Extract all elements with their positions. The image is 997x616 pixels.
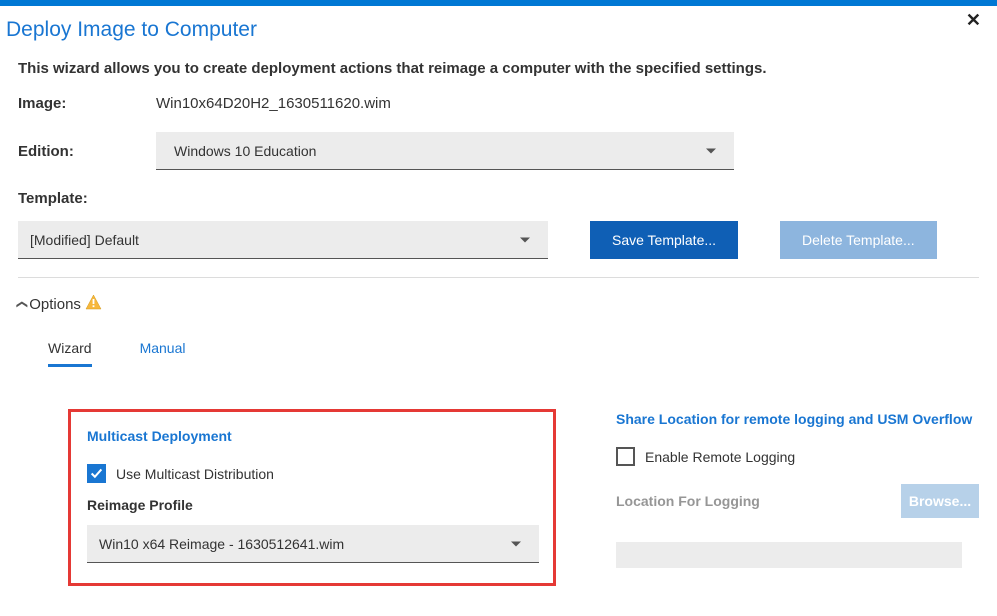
warning-icon xyxy=(85,294,102,314)
edition-label: Edition: xyxy=(18,143,156,160)
browse-button: Browse... xyxy=(901,484,979,518)
options-toggle[interactable]: ❮ Options xyxy=(18,294,979,314)
delete-template-button: Delete Template... xyxy=(780,221,937,259)
location-input xyxy=(616,542,962,568)
reimage-profile-label: Reimage Profile xyxy=(87,497,537,513)
multicast-title: Multicast Deployment xyxy=(87,428,537,444)
use-multicast-label: Use Multicast Distribution xyxy=(116,466,274,482)
enable-logging-row: Enable Remote Logging xyxy=(616,447,979,466)
share-title: Share Location for remote logging and US… xyxy=(616,411,979,427)
edition-select[interactable]: Windows 10 Education xyxy=(156,132,734,170)
reimage-profile-select[interactable]: Win10 x64 Reimage - 1630512641.wim xyxy=(87,525,539,563)
content-row: Multicast Deployment Use Multicast Distr… xyxy=(68,409,979,586)
tab-bar: Wizard Manual xyxy=(48,340,979,367)
deploy-dialog: ✕ Deploy Image to Computer This wizard a… xyxy=(0,6,997,586)
template-label: Template: xyxy=(18,190,979,207)
template-select-value: [Modified] Default xyxy=(30,232,139,248)
close-icon[interactable]: ✕ xyxy=(966,10,981,31)
location-for-logging-label: Location For Logging xyxy=(616,493,760,509)
divider xyxy=(18,277,979,278)
checkmark-icon xyxy=(90,467,103,480)
options-label: Options xyxy=(29,296,81,313)
location-row: Location For Logging Browse... xyxy=(616,484,979,518)
multicast-panel: Multicast Deployment Use Multicast Distr… xyxy=(68,409,556,586)
tab-manual[interactable]: Manual xyxy=(140,340,186,367)
chevron-down-icon: ❮ xyxy=(16,299,29,308)
enable-remote-logging-label: Enable Remote Logging xyxy=(645,449,795,465)
image-value: Win10x64D20H2_1630511620.wim xyxy=(156,95,391,112)
template-select[interactable]: [Modified] Default xyxy=(18,221,548,259)
image-label: Image: xyxy=(18,95,156,112)
edition-select-value: Windows 10 Education xyxy=(174,143,316,159)
chevron-down-icon xyxy=(520,237,530,242)
use-multicast-checkbox[interactable] xyxy=(87,464,106,483)
tab-wizard[interactable]: Wizard xyxy=(48,340,92,367)
share-panel: Share Location for remote logging and US… xyxy=(616,409,979,586)
edition-row: Edition: Windows 10 Education xyxy=(18,132,979,170)
multicast-checkbox-row: Use Multicast Distribution xyxy=(87,464,537,483)
chevron-down-icon xyxy=(511,541,521,546)
chevron-down-icon xyxy=(706,148,716,153)
reimage-profile-value: Win10 x64 Reimage - 1630512641.wim xyxy=(99,536,344,552)
dialog-title: Deploy Image to Computer xyxy=(6,18,979,42)
template-row: [Modified] Default Save Template... Dele… xyxy=(18,221,979,259)
image-row: Image: Win10x64D20H2_1630511620.wim xyxy=(18,95,979,112)
enable-remote-logging-checkbox[interactable] xyxy=(616,447,635,466)
intro-text: This wizard allows you to create deploym… xyxy=(18,60,979,77)
save-template-button[interactable]: Save Template... xyxy=(590,221,738,259)
